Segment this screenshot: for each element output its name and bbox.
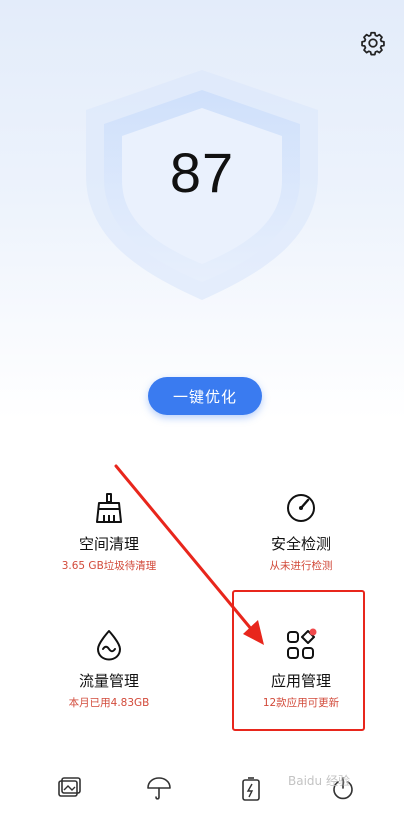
tile-title: 空间清理 [78,535,139,553]
broom-icon [96,493,122,523]
bottom-bar [0,762,404,817]
score-value: 87 [169,141,235,204]
tile-subtitle: 从未进行检测 [269,560,333,572]
tile-subtitle: 3.65 GB垃圾待清理 [61,560,157,572]
image-icon[interactable] [56,776,82,802]
optimize-button[interactable]: 一键优化 [148,377,262,415]
gauge-icon [287,494,315,522]
tile-traffic-manage[interactable]: 流量管理 本月已用4.83GB [14,628,204,710]
tile-title: 流量管理 [78,672,139,690]
battery-icon[interactable] [238,776,264,802]
watermark: Baidu 经验 [288,774,350,788]
highlight-box [232,590,365,731]
tile-space-clean[interactable]: 空间清理 3.65 GB垃圾待清理 [14,491,204,573]
tile-title: 安全检测 [270,535,331,553]
tile-security-check[interactable]: 安全检测 从未进行检测 [206,491,396,573]
droplet-icon [97,630,121,661]
tile-subtitle: 本月已用4.83GB [68,697,150,709]
umbrella-icon[interactable] [146,776,172,802]
